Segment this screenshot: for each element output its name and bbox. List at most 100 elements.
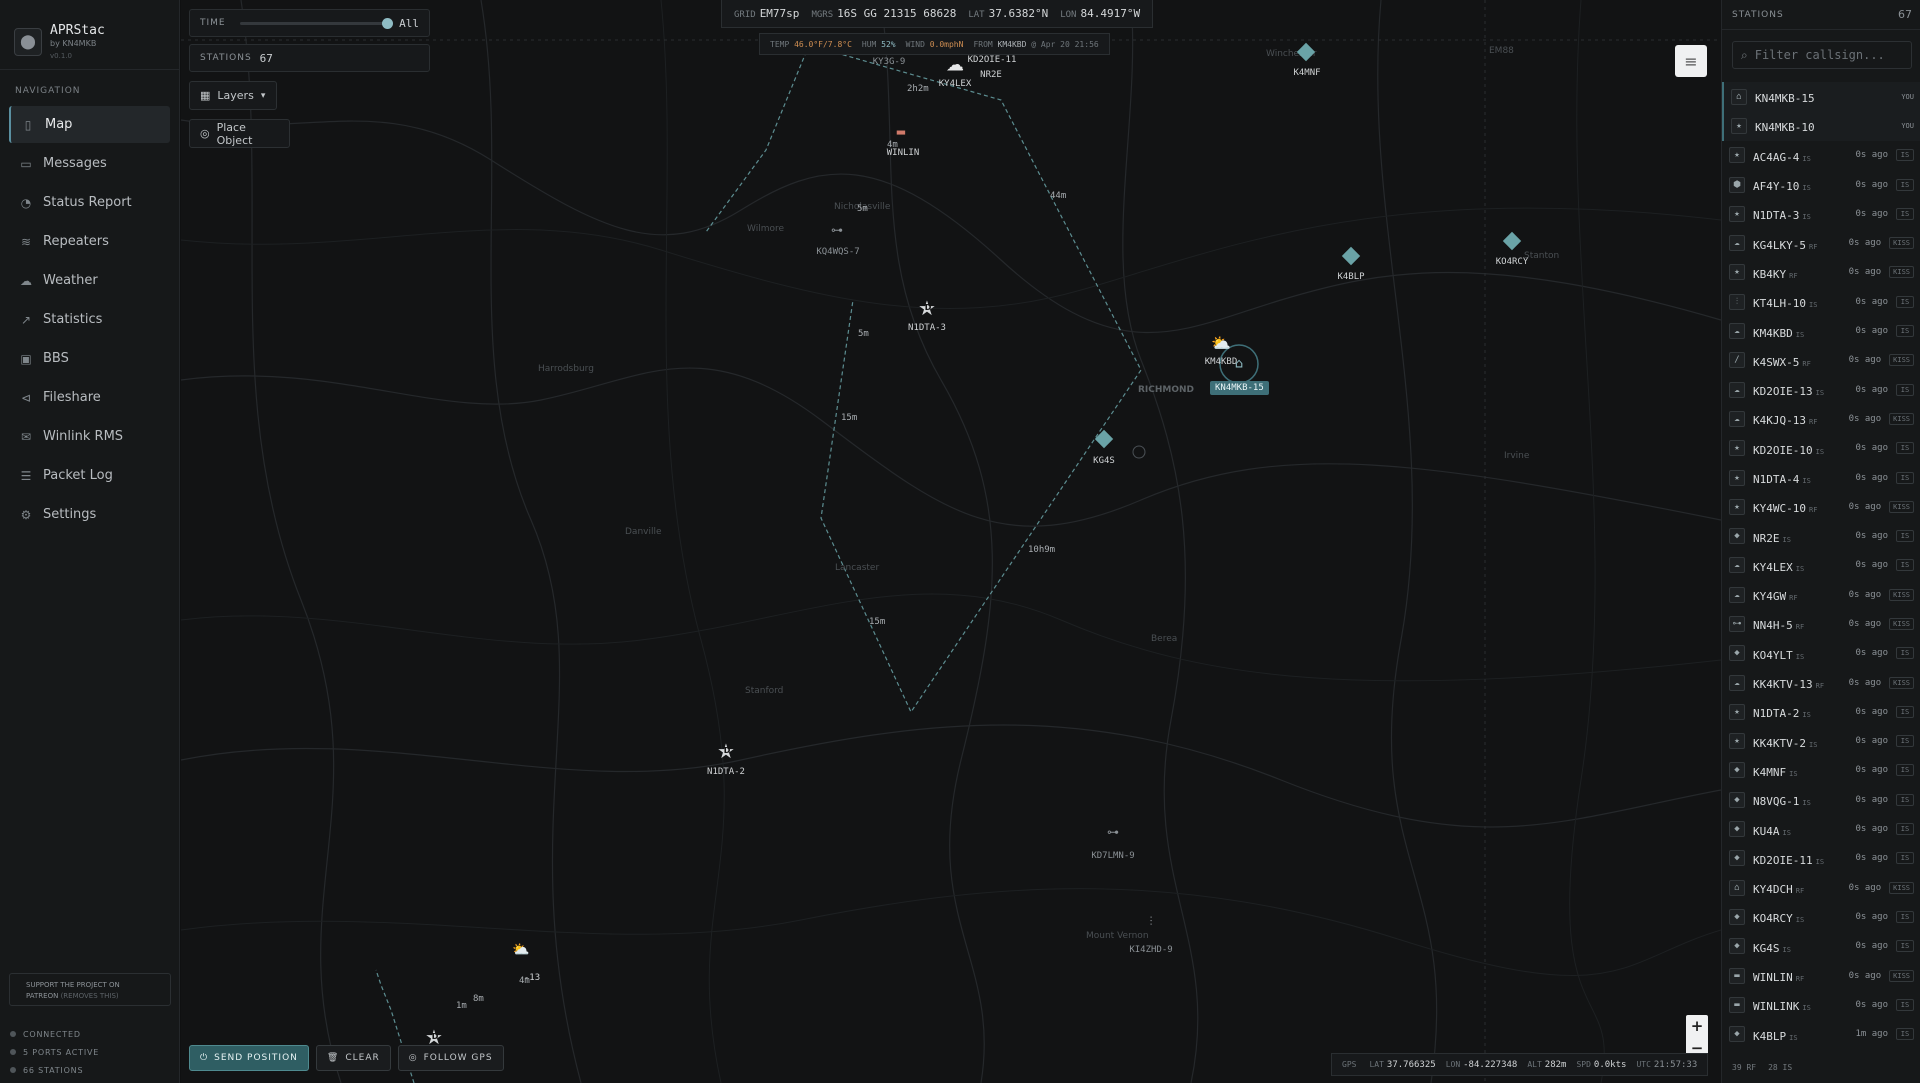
station-label[interactable]: KM4KBD: [1205, 357, 1238, 367]
station-label[interactable]: KY3G-9: [873, 57, 906, 67]
station-row[interactable]: ★ KN4MKB-10 YOU: [1722, 111, 1920, 141]
star-icon: ★: [1729, 469, 1745, 486]
station-row[interactable]: ★ N1DTA-2 IS 0s ago IS: [1722, 697, 1920, 726]
digipeater-star-icon[interactable]: ★ D: [717, 741, 735, 761]
nav-item-fileshare[interactable]: ⊲ Fileshare: [9, 379, 170, 416]
station-row[interactable]: ☁ KK4KTV-13 RF 0s ago KISS: [1722, 668, 1920, 697]
layers-button[interactable]: ▦ Layers ▾: [189, 81, 277, 110]
weather-station-icon[interactable]: ☁: [946, 55, 964, 76]
station-row[interactable]: ★ KK4KTV-2 IS 0s ago IS: [1722, 727, 1920, 756]
station-label[interactable]: KD2OIE-11: [968, 55, 1017, 65]
winlink-gateway-icon[interactable]: ▬: [896, 126, 906, 139]
station-callsign: K4SWX-5: [1753, 355, 1800, 369]
patreon-banner[interactable]: SUPPORT THE PROJECT ON PATREON (REMOVES …: [9, 973, 171, 1006]
callsign-filter[interactable]: ⌕: [1732, 41, 1912, 69]
digipeater-star-icon[interactable]: ★ D: [918, 298, 936, 318]
station-row[interactable]: ◆ KO4RCY IS 0s ago IS: [1722, 902, 1920, 931]
station-row[interactable]: ★ N1DTA-4 IS 0s ago IS: [1722, 463, 1920, 492]
weather-sun-cloud-icon[interactable]: ⛅: [512, 942, 529, 958]
home-station-icon[interactable]: ⌂: [1235, 357, 1243, 372]
station-row[interactable]: ▬ WINLIN RF 0s ago KISS: [1722, 961, 1920, 990]
nav-item-status-report[interactable]: ◔ Status Report: [9, 184, 170, 221]
map-layers-toggle[interactable]: ≡: [1675, 45, 1707, 77]
station-row[interactable]: ⌂ KN4MKB-15 YOU: [1722, 82, 1920, 112]
station-row[interactable]: ◆ N8VQG-1 IS 0s ago IS: [1722, 785, 1920, 814]
station-last-heard: 0s ago: [1848, 238, 1882, 249]
time-slider-thumb[interactable]: [382, 17, 394, 29]
nav-item-map[interactable]: ▯ Map: [9, 106, 170, 143]
station-callsign: KK4KTV-13: [1753, 678, 1813, 692]
clear-button[interactable]: 🗑 CLEAR: [315, 1045, 391, 1071]
nav-item-packet-log[interactable]: ☰ Packet Log: [9, 457, 170, 494]
weather-sun-cloud-icon[interactable]: ⛅: [1211, 334, 1231, 353]
station-row[interactable]: ★ AC4AG-4 IS 0s ago IS: [1722, 141, 1920, 170]
station-row[interactable]: ★ KY4WC-10 RF 0s ago KISS: [1722, 492, 1920, 521]
station-label[interactable]: N1DTA-2: [707, 767, 745, 777]
station-row[interactable]: ☁ KG4LKY-5 RF 0s ago KISS: [1722, 228, 1920, 257]
station-row[interactable]: ★ KB4KY RF 0s ago KISS: [1722, 258, 1920, 287]
nav-item-settings[interactable]: ⚙ Settings: [9, 496, 170, 533]
tower-icon[interactable]: ⫶: [1149, 915, 1152, 930]
station-row[interactable]: / K4SWX-5 RF 0s ago KISS: [1722, 346, 1920, 375]
brand-title: APRStac: [50, 23, 105, 38]
station-row[interactable]: ◆ KD2OIE-11 IS 0s ago IS: [1722, 844, 1920, 873]
station-label[interactable]: KD7LMN-9: [1091, 851, 1134, 861]
nav-item-weather[interactable]: ☁ Weather: [9, 262, 170, 299]
station-label[interactable]: -13: [524, 973, 540, 983]
send-position-button[interactable]: ⏻ SEND POSITION: [189, 1045, 309, 1071]
station-row[interactable]: ⌂ KY4DCH RF 0s ago KISS: [1722, 873, 1920, 902]
station-row[interactable]: ☁ KY4LEX IS 0s ago IS: [1722, 551, 1920, 580]
vehicle-icon[interactable]: ⊶: [831, 223, 843, 237]
station-row[interactable]: ☁ K4KJQ-13 RF 0s ago KISS: [1722, 404, 1920, 433]
station-callsign: N1DTA-4: [1753, 473, 1800, 486]
station-source: IS: [1802, 799, 1811, 808]
time-slider[interactable]: [239, 17, 394, 29]
station-label[interactable]: NR2E: [980, 70, 1002, 80]
station-label[interactable]: KI4ZHD-9: [1129, 945, 1172, 955]
my-station-tag[interactable]: KN4MKB-15: [1210, 381, 1269, 395]
station-last-heard: 0s ago: [1855, 531, 1888, 542]
vehicle-icon[interactable]: ⊶: [1107, 825, 1119, 839]
station-row[interactable]: ◆ KO4YLT IS 0s ago IS: [1722, 639, 1920, 668]
station-row[interactable]: ◆ K4MNF IS 0s ago IS: [1722, 756, 1920, 785]
place-object-button[interactable]: ◎ Place Object: [189, 119, 290, 148]
station-source: IS: [1802, 477, 1811, 485]
station-row[interactable]: ▬ WINLINK IS 0s ago IS: [1722, 990, 1920, 1019]
nav-item-repeaters[interactable]: ≋ Repeaters: [9, 223, 170, 260]
station-label[interactable]: KO4RCY: [1496, 257, 1529, 267]
time-filter[interactable]: TIME All: [189, 9, 430, 37]
station-row[interactable]: ◆ K4BLP IS 1m ago IS: [1722, 1020, 1920, 1049]
port-badge: IS: [1896, 910, 1914, 923]
zoom-in-button[interactable]: +: [1686, 1015, 1708, 1037]
map-canvas[interactable]: Harrodsburg Danville Lancaster Stanford …: [181, 0, 1721, 1083]
port-badge: KISS: [1889, 881, 1914, 894]
nav-item-messages[interactable]: ▭ Messages: [9, 145, 170, 182]
nav-item-winlink-rms[interactable]: ✉ Winlink RMS: [9, 418, 170, 455]
station-row[interactable]: ★ N1DTA-3 IS 0s ago IS: [1722, 199, 1920, 228]
station-source: RF: [1789, 594, 1798, 603]
callsign-filter-input[interactable]: [1754, 48, 1895, 62]
station-label[interactable]: N1DTA-3: [908, 323, 946, 333]
station-row[interactable]: ◆ KG4S IS 0s ago IS: [1722, 932, 1920, 961]
station-row[interactable]: ☁ KY4GW RF 0s ago KISS: [1722, 580, 1920, 609]
station-row[interactable]: ◆ NR2E IS 0s ago IS: [1722, 521, 1920, 550]
station-row[interactable]: ⫶ KT4LH-10 IS 0s ago IS: [1722, 287, 1920, 316]
station-row[interactable]: ☁ KM4KBD IS 0s ago IS: [1722, 316, 1920, 345]
station-row[interactable]: ⬢ AF4Y-10 IS 0s ago IS: [1722, 170, 1920, 199]
station-label[interactable]: K4MNF: [1293, 68, 1320, 78]
digipeater-star-icon[interactable]: ★ D: [425, 1027, 443, 1047]
follow-gps-button[interactable]: ◎ FOLLOW GPS: [397, 1045, 504, 1071]
nav-item-bbs[interactable]: ▣ BBS: [9, 340, 170, 377]
station-label[interactable]: KY4LEX: [939, 79, 972, 89]
station-row[interactable]: ☁ KD2OIE-13 IS 0s ago IS: [1722, 375, 1920, 404]
station-row[interactable]: ⊶ NN4H-5 RF 0s ago KISS: [1722, 609, 1920, 638]
station-row[interactable]: ★ KD2OIE-10 IS 0s ago IS: [1722, 434, 1920, 463]
rf-count: 39 RF: [1732, 1063, 1757, 1072]
station-label[interactable]: KQ4WQS-7: [816, 247, 859, 257]
station-label[interactable]: K4BLP: [1337, 272, 1364, 282]
station-callsign: KD2OIE-11: [1753, 853, 1813, 867]
station-label[interactable]: WINLIN: [887, 148, 920, 158]
station-row[interactable]: ◆ KU4A IS 0s ago IS: [1722, 814, 1920, 843]
nav-item-statistics[interactable]: ↗ Statistics: [9, 301, 170, 338]
station-label[interactable]: KG4S: [1093, 456, 1115, 466]
